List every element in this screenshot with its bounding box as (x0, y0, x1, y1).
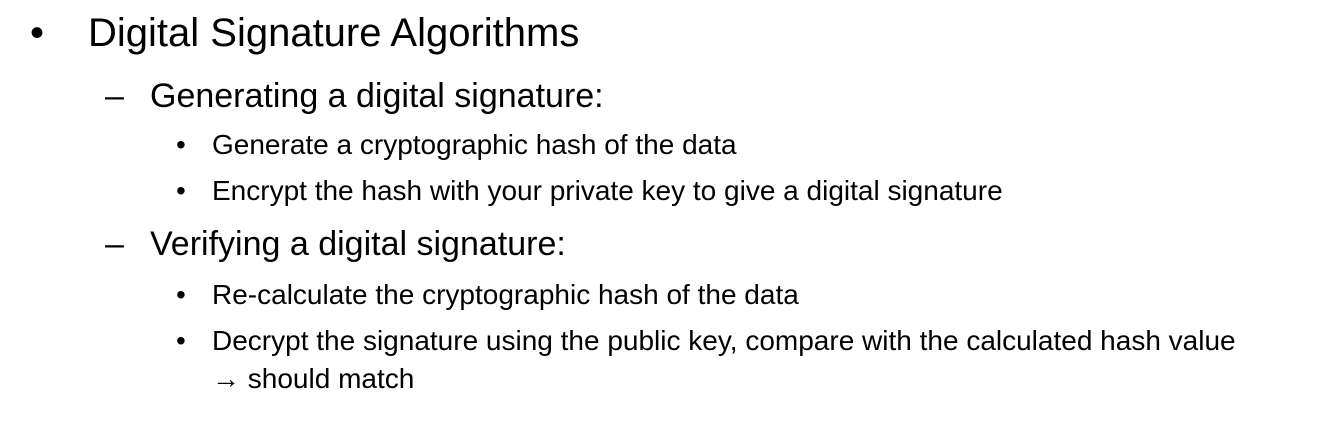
list-item-recalculate-hash: Re-calculate the cryptographic hash of t… (212, 279, 799, 310)
list-item-bullet: • (176, 129, 186, 160)
section-title-generating: Generating a digital signature: (150, 77, 604, 115)
section-dash: – (105, 77, 124, 115)
section-title-verifying: Verifying a digital signature: (150, 225, 566, 263)
list-item-bullet: • (176, 175, 186, 206)
list-item-generate-hash: Generate a cryptographic hash of the dat… (212, 129, 737, 160)
slide-heading: Digital Signature Algorithms (88, 11, 580, 55)
list-item-bullet: • (176, 279, 186, 310)
list-item-continuation: → should match (212, 363, 415, 394)
list-item-decrypt-signature: Decrypt the signature using the public k… (212, 325, 1236, 356)
list-item-bullet: • (176, 325, 186, 356)
slide: • Digital Signature Algorithms – Generat… (0, 0, 1325, 432)
heading-bullet: • (30, 11, 45, 55)
section-dash: – (105, 225, 124, 263)
list-item-encrypt-hash: Encrypt the hash with your private key t… (212, 175, 1003, 206)
